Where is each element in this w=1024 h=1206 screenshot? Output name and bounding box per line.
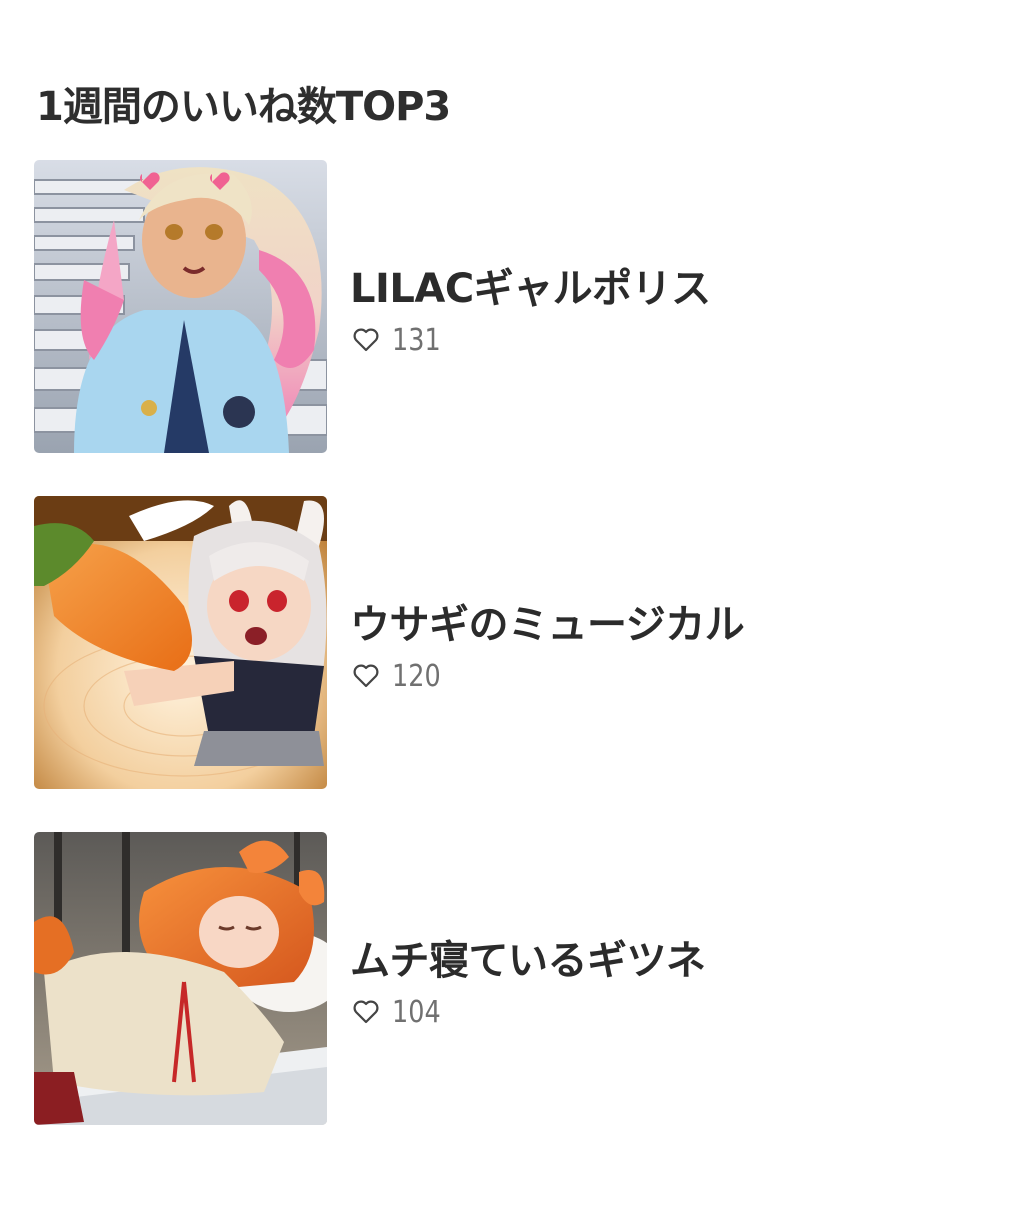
- like-counter[interactable]: 120: [352, 658, 449, 694]
- bunny-girl-carrot-illustration-icon: [34, 496, 327, 789]
- like-counter[interactable]: 104: [352, 994, 449, 1030]
- ranking-item-2[interactable]: ウサギのミュージカル 120: [34, 496, 934, 790]
- item-title[interactable]: ウサギのミュージカル: [350, 592, 745, 650]
- sleeping-fox-girl-illustration-icon: [34, 832, 327, 1125]
- item-title[interactable]: LILACギャルポリス: [350, 256, 711, 314]
- ranking-item-1[interactable]: LILACギャルポリス 131: [34, 160, 934, 454]
- page-title: 1週間のいいね数TOP3: [36, 84, 451, 130]
- like-counter[interactable]: 131: [352, 322, 449, 358]
- heart-icon[interactable]: [352, 999, 380, 1025]
- heart-icon[interactable]: [352, 327, 380, 353]
- police-gal-illustration-icon: [34, 160, 327, 453]
- thumbnail-image[interactable]: [34, 832, 327, 1125]
- ranking-item-3[interactable]: ムチ寝ているギツネ 104: [34, 832, 934, 1126]
- heart-icon[interactable]: [352, 663, 380, 689]
- thumbnail-image[interactable]: [34, 496, 327, 789]
- like-count: 120: [392, 658, 441, 694]
- like-count: 104: [392, 994, 441, 1030]
- like-count: 131: [392, 322, 441, 358]
- item-title[interactable]: ムチ寝ているギツネ: [350, 928, 706, 986]
- thumbnail-image[interactable]: [34, 160, 327, 453]
